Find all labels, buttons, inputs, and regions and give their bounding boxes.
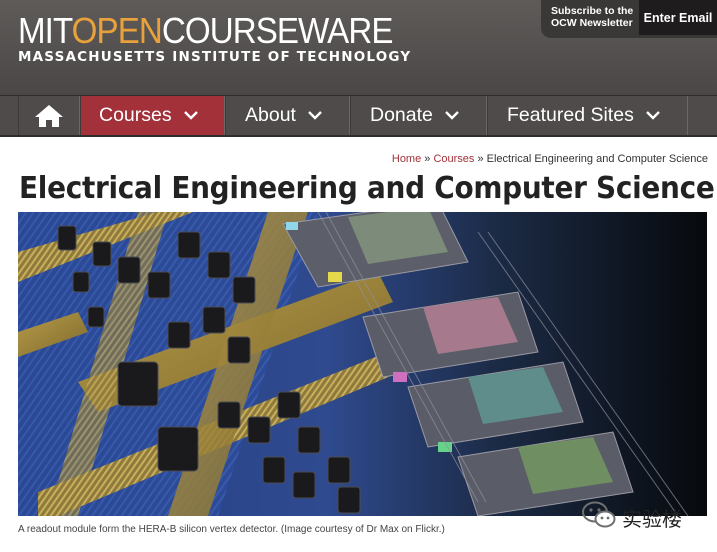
chevron-down-icon (308, 111, 322, 120)
watermark: 实验楼 (582, 501, 682, 534)
nav-about-label: About (245, 104, 296, 126)
newsletter-text: Subscribe to the OCW Newsletter (551, 5, 634, 29)
breadcrumb-separator: » (421, 153, 434, 165)
logo-wordmark: MITOPENCOURSEWARE (18, 10, 394, 51)
site-header: MITOPENCOURSEWARE MASSACHUSETTS INSTITUT… (0, 0, 717, 95)
wechat-icon (582, 501, 616, 534)
chevron-down-icon (645, 111, 660, 120)
breadcrumb-separator: » (474, 153, 487, 165)
logo-mit: MIT (18, 10, 73, 51)
logo-courseware: COURSEWARE (161, 10, 394, 51)
enter-email-button[interactable]: Enter Email (639, 0, 717, 35)
nav-donate[interactable]: Donate (350, 96, 487, 135)
image-caption: A readout module form the HERA-B silicon… (18, 524, 445, 535)
logo-subtitle: MASSACHUSETTS INSTITUTE OF TECHNOLOGY (18, 49, 412, 65)
nav-featured-sites[interactable]: Featured Sites (487, 96, 688, 135)
site-logo[interactable]: MITOPENCOURSEWARE MASSACHUSETTS INSTITUT… (18, 10, 425, 66)
nav-about[interactable]: About (225, 96, 350, 135)
silicon-detector-illustration (18, 212, 707, 516)
chevron-down-icon (445, 111, 459, 120)
logo-open: OPEN (71, 10, 163, 51)
nav-courses[interactable]: Courses (80, 96, 225, 135)
nav-courses-label: Courses (99, 104, 172, 126)
nav-donate-label: Donate (370, 104, 433, 126)
newsletter-box: Subscribe to the OCW Newsletter Enter Em… (541, 0, 717, 38)
nav-home[interactable] (18, 96, 80, 135)
breadcrumb-current: Electrical Engineering and Computer Scie… (486, 153, 708, 165)
page-title: Electrical Engineering and Computer Scie… (19, 171, 715, 206)
nav-featured-sites-label: Featured Sites (507, 104, 634, 126)
home-icon (19, 104, 79, 128)
watermark-text: 实验楼 (622, 507, 682, 531)
breadcrumb-courses[interactable]: Courses (433, 153, 474, 165)
hero-image (18, 212, 707, 516)
breadcrumb-home[interactable]: Home (392, 153, 421, 165)
breadcrumb: Home » Courses » Electrical Engineering … (392, 153, 708, 165)
chevron-down-icon (183, 111, 198, 120)
main-nav: Courses About Donate Featured Sites (0, 95, 717, 137)
